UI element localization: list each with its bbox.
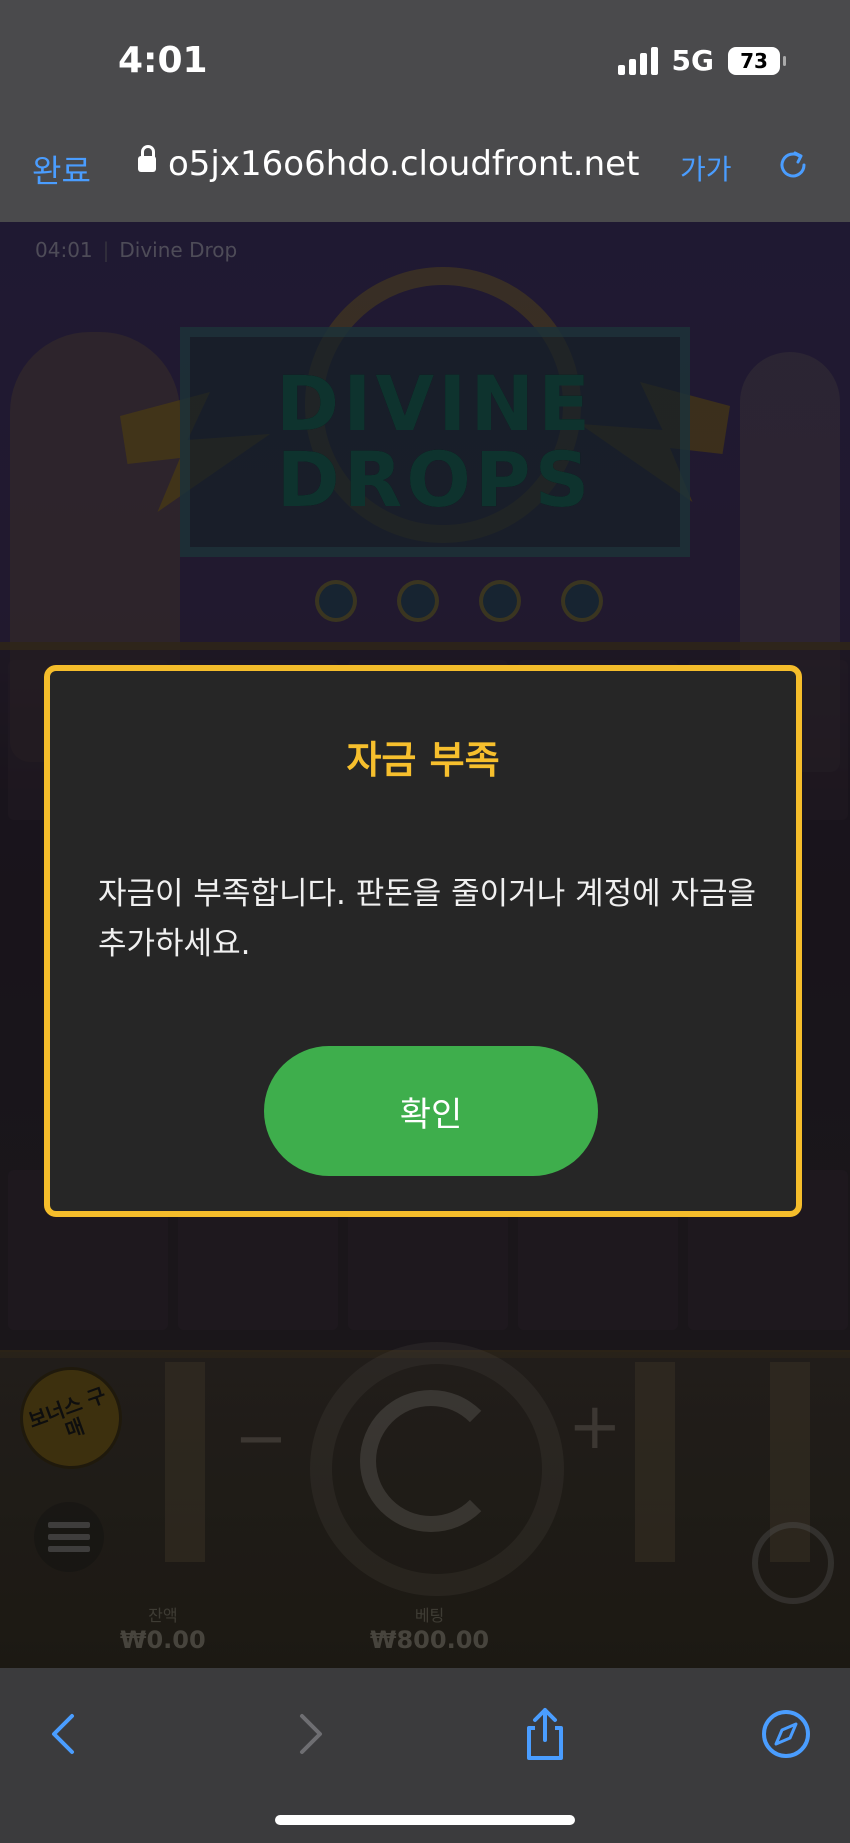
url-field[interactable]: o5jx16o6hdo.cloudfront.net: [168, 144, 639, 184]
lock-icon: [138, 145, 156, 172]
dialog-message: 자금이 부족합니다. 판돈을 줄이거나 계정에 자금을 추가하세요.: [98, 876, 757, 962]
signal-icon: [617, 46, 658, 75]
share-icon[interactable]: [515, 1704, 575, 1764]
address-bar: 완료 o5jx16o6hdo.cloudfront.net 가가: [0, 140, 850, 200]
insufficient-funds-dialog: 자금 부족 자금이 부족합니다. 판돈을 줄이거나 계정에 자금을 추가하세요.…: [44, 665, 802, 1217]
home-indicator: [275, 1815, 575, 1825]
forward-icon[interactable]: [278, 1704, 338, 1764]
back-icon[interactable]: [36, 1704, 96, 1764]
confirm-button[interactable]: 확인: [264, 1046, 598, 1176]
browser-chrome-top: 4:01 5G 73 완료 o5jx16o6hdo.cloudfront.net…: [0, 0, 850, 222]
status-time: 4:01: [118, 40, 208, 81]
dialog-title: 자금 부족: [346, 738, 500, 782]
text-size-button[interactable]: 가가: [680, 148, 732, 188]
done-button[interactable]: 완료: [32, 146, 91, 192]
compass-icon[interactable]: [756, 1704, 816, 1764]
battery-icon: 73: [728, 46, 786, 75]
status-indicators: 5G 73: [617, 44, 786, 77]
reload-icon[interactable]: [776, 148, 810, 182]
network-type: 5G: [671, 44, 714, 77]
